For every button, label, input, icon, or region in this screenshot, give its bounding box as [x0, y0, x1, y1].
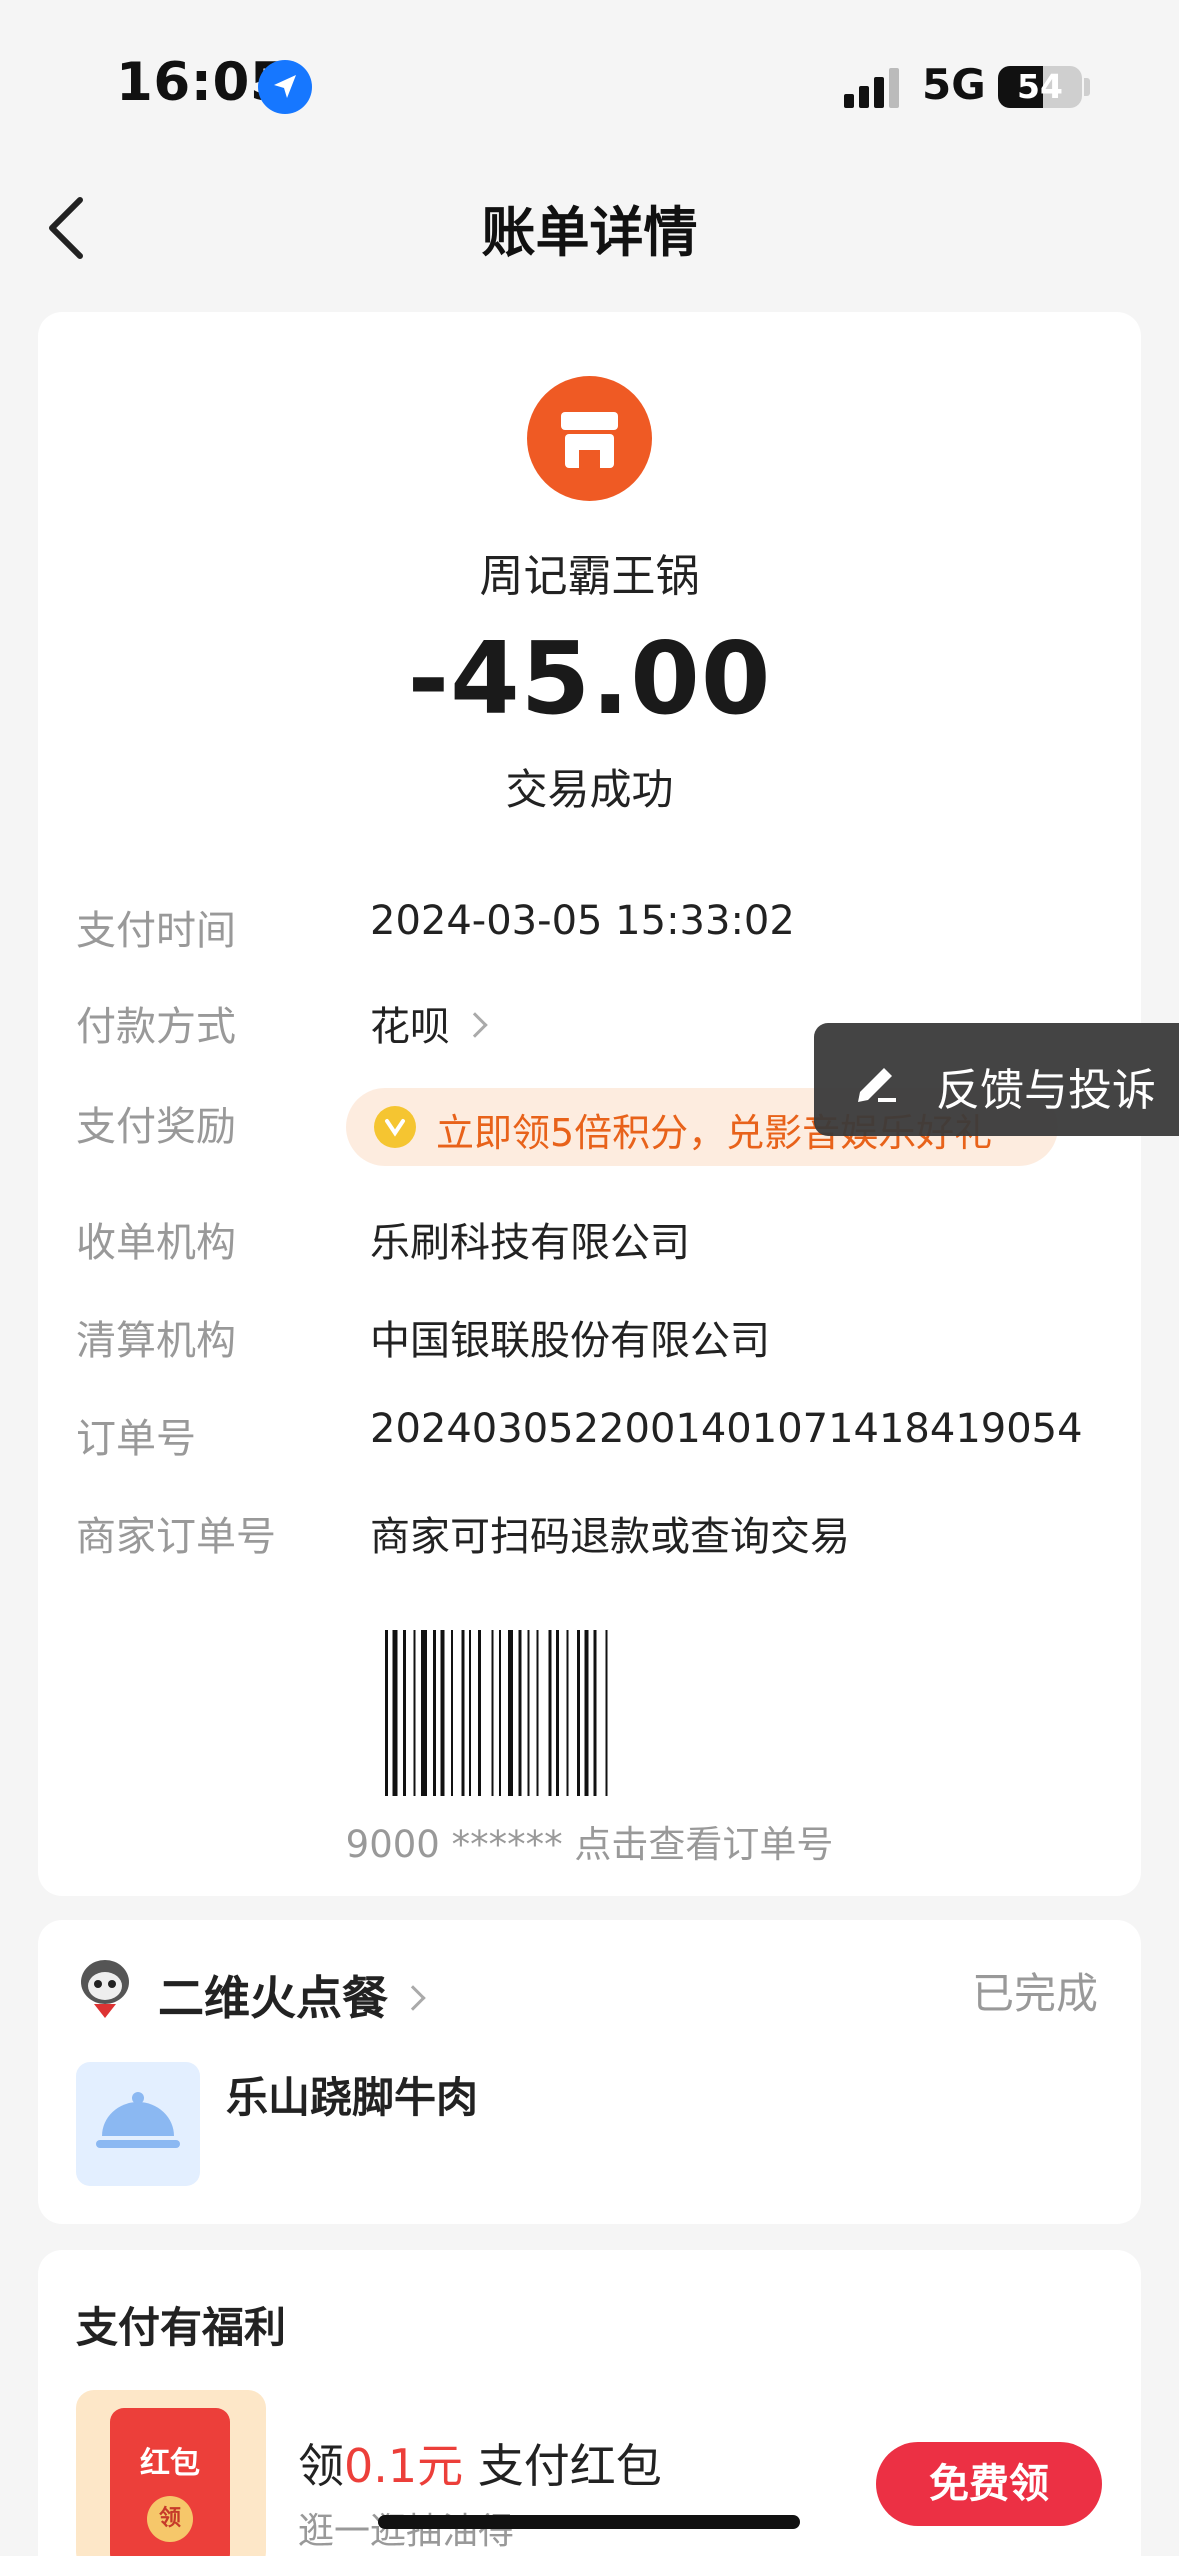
- battery-percent: 54: [1017, 67, 1063, 106]
- free-claim-button[interactable]: 免费领: [876, 2442, 1102, 2526]
- battery-tip: [1084, 78, 1090, 96]
- page-title: 账单详情: [481, 201, 698, 264]
- location-arrow-icon: [258, 60, 312, 114]
- food-cloche-icon: [76, 2062, 200, 2186]
- benefit-prefix: 领: [298, 2439, 344, 2493]
- acquirer-label: 收单机构: [76, 1220, 236, 1266]
- pay-method-link[interactable]: 花呗: [370, 994, 488, 1052]
- transaction-amount: -45.00: [407, 620, 772, 737]
- pencil-icon: [848, 1052, 904, 1108]
- coin-icon: [374, 1106, 416, 1148]
- merchant-order-label: 商家订单号: [76, 1514, 276, 1560]
- pay-time-label: 支付时间: [76, 908, 236, 954]
- order-no-label: 订单号: [76, 1416, 196, 1462]
- home-indicator[interactable]: [378, 2515, 800, 2529]
- red-packet-seal: 领: [147, 2496, 193, 2542]
- feedback-label: 反馈与投诉: [936, 1065, 1156, 1116]
- benefit-headline: 领0.1元 支付红包: [298, 2430, 662, 2496]
- service-name: 二维火点餐: [158, 1971, 388, 2025]
- transaction-status: 交易成功: [505, 765, 674, 814]
- clearing-label: 清算机构: [76, 1318, 236, 1364]
- chevron-right-icon: [400, 1984, 426, 2011]
- barcode-caption[interactable]: 9000 ****** 点击查看订单号: [0, 1814, 1179, 1868]
- cellular-signal-icon: [844, 66, 904, 108]
- merchant-name: 周记霸王锅: [479, 551, 700, 602]
- benefit-amount: 0.1元: [344, 2439, 464, 2493]
- dish-name: 乐山跷脚牛肉: [226, 2073, 479, 2122]
- barcode[interactable]: [385, 1630, 793, 1796]
- service-link[interactable]: 二维火点餐: [158, 1962, 426, 2028]
- clearing-value: 中国银联股份有限公司: [370, 1318, 770, 1364]
- benefit-suffix: 支付红包: [477, 2439, 662, 2493]
- benefit-title: 支付有福利: [76, 2303, 287, 2352]
- pay-method-label: 付款方式: [76, 1004, 236, 1050]
- network-type: 5G: [922, 60, 986, 109]
- robot-mascot-icon: [76, 1956, 134, 2022]
- pay-method-value: 花呗: [370, 1004, 450, 1050]
- chevron-right-icon: [462, 1012, 488, 1038]
- service-status: 已完成: [972, 1969, 1099, 2018]
- red-packet-label: 红包: [140, 2446, 200, 2481]
- store-icon: [527, 376, 652, 501]
- pay-reward-label: 支付奖励: [76, 1104, 236, 1150]
- order-no-value: 2024030522001401071418419054: [370, 1406, 1083, 1452]
- acquirer-value: 乐刷科技有限公司: [370, 1220, 690, 1266]
- pay-time-value: 2024-03-05 15:33:02: [370, 898, 795, 944]
- merchant-order-value: 商家可扫码退款或查询交易: [370, 1514, 850, 1560]
- battery-icon: 54: [998, 66, 1082, 108]
